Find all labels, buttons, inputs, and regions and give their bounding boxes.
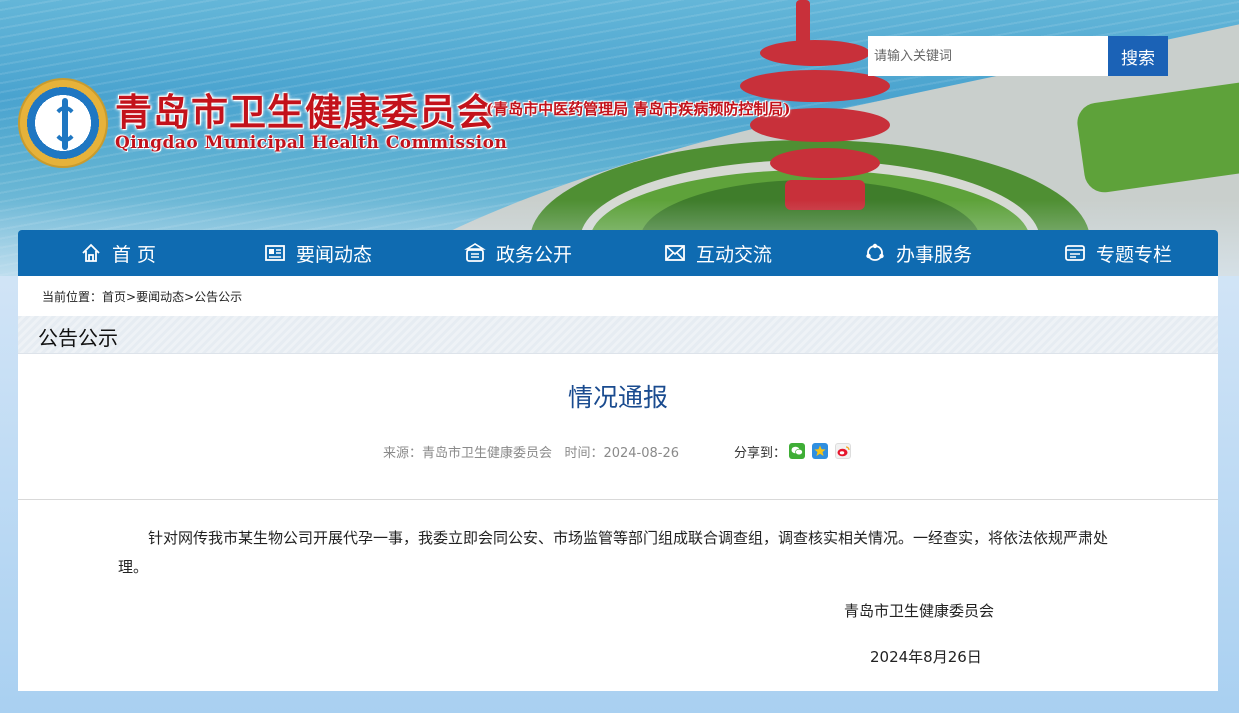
section-title: 公告公示 (18, 316, 1218, 354)
breadcrumb-separator: > (126, 290, 137, 304)
nav-item-government[interactable]: 政务公开 (418, 230, 618, 276)
government-icon (464, 242, 486, 264)
nav-label: 要闻动态 (295, 243, 372, 266)
source-value: 青岛市卫生健康委员会 (422, 446, 553, 461)
home-icon (80, 242, 102, 264)
nav-label: 办事服务 (895, 243, 972, 266)
service-icon (864, 242, 886, 264)
site-title-english: Qingdao Municipal Health Commission (115, 133, 508, 153)
weibo-icon[interactable] (835, 443, 851, 459)
nav-item-interaction[interactable]: 互动交流 (618, 230, 818, 276)
nav-item-home[interactable]: 首 页 (18, 230, 218, 276)
site-title: 青岛市卫生健康委员会 (115, 90, 495, 134)
health-commission-logo (18, 78, 108, 168)
article-meta: 来源：青岛市卫生健康委员会 时间：2024-08-26 (383, 442, 679, 461)
time-value: 2024-08-26 (603, 446, 680, 461)
interaction-icon (664, 242, 686, 264)
search-button[interactable]: 搜索 (1108, 36, 1168, 76)
nav-label: 政务公开 (495, 243, 572, 266)
article: 情况通报 来源：青岛市卫生健康委员会 时间：2024-08-26 分享到： 针对… (18, 354, 1218, 691)
divider (18, 499, 1218, 500)
breadcrumb-prefix: 当前位置： (42, 290, 103, 304)
breadcrumb: 当前位置：首页>要闻动态>公告公示 (18, 276, 1218, 316)
source-label: 来源： (383, 446, 423, 461)
wechat-icon[interactable] (789, 443, 805, 459)
breadcrumb-link-notices[interactable]: 公告公示 (194, 290, 242, 304)
nav-label: 互动交流 (695, 243, 772, 266)
search-input[interactable] (868, 36, 1108, 76)
topic-icon (1064, 242, 1086, 264)
nav-label: 首 页 (111, 243, 157, 266)
breadcrumb-link-home[interactable]: 首页 (102, 290, 126, 304)
nav-label: 专题专栏 (1095, 243, 1172, 266)
qzone-icon[interactable] (812, 443, 828, 459)
signature-organization: 青岛市卫生健康委员会 (844, 602, 995, 620)
breadcrumb-link-news[interactable]: 要闻动态 (136, 290, 184, 304)
nav-item-news[interactable]: 要闻动态 (218, 230, 418, 276)
nav-item-topic[interactable]: 专题专栏 (1018, 230, 1218, 276)
signature-date: 2024年8月26日 (870, 648, 982, 666)
article-title: 情况通报 (567, 383, 668, 412)
news-icon (264, 242, 286, 264)
breadcrumb-separator: > (184, 290, 195, 304)
site-subtitle: (青岛市中医药管理局 青岛市疾病预防控制局) (486, 100, 791, 118)
share-label: 分享到： (734, 446, 787, 461)
main-nav: 首 页 要闻动态 政务公开 互动交流 办事服务 专题专栏 (18, 230, 1218, 276)
time-label: 时间： (564, 446, 604, 461)
nav-item-service[interactable]: 办事服务 (818, 230, 1018, 276)
article-body: 针对网传我市某生物公司开展代孕一事，我委立即会同公安、市场监管等部门组成联合调查… (118, 529, 1109, 576)
